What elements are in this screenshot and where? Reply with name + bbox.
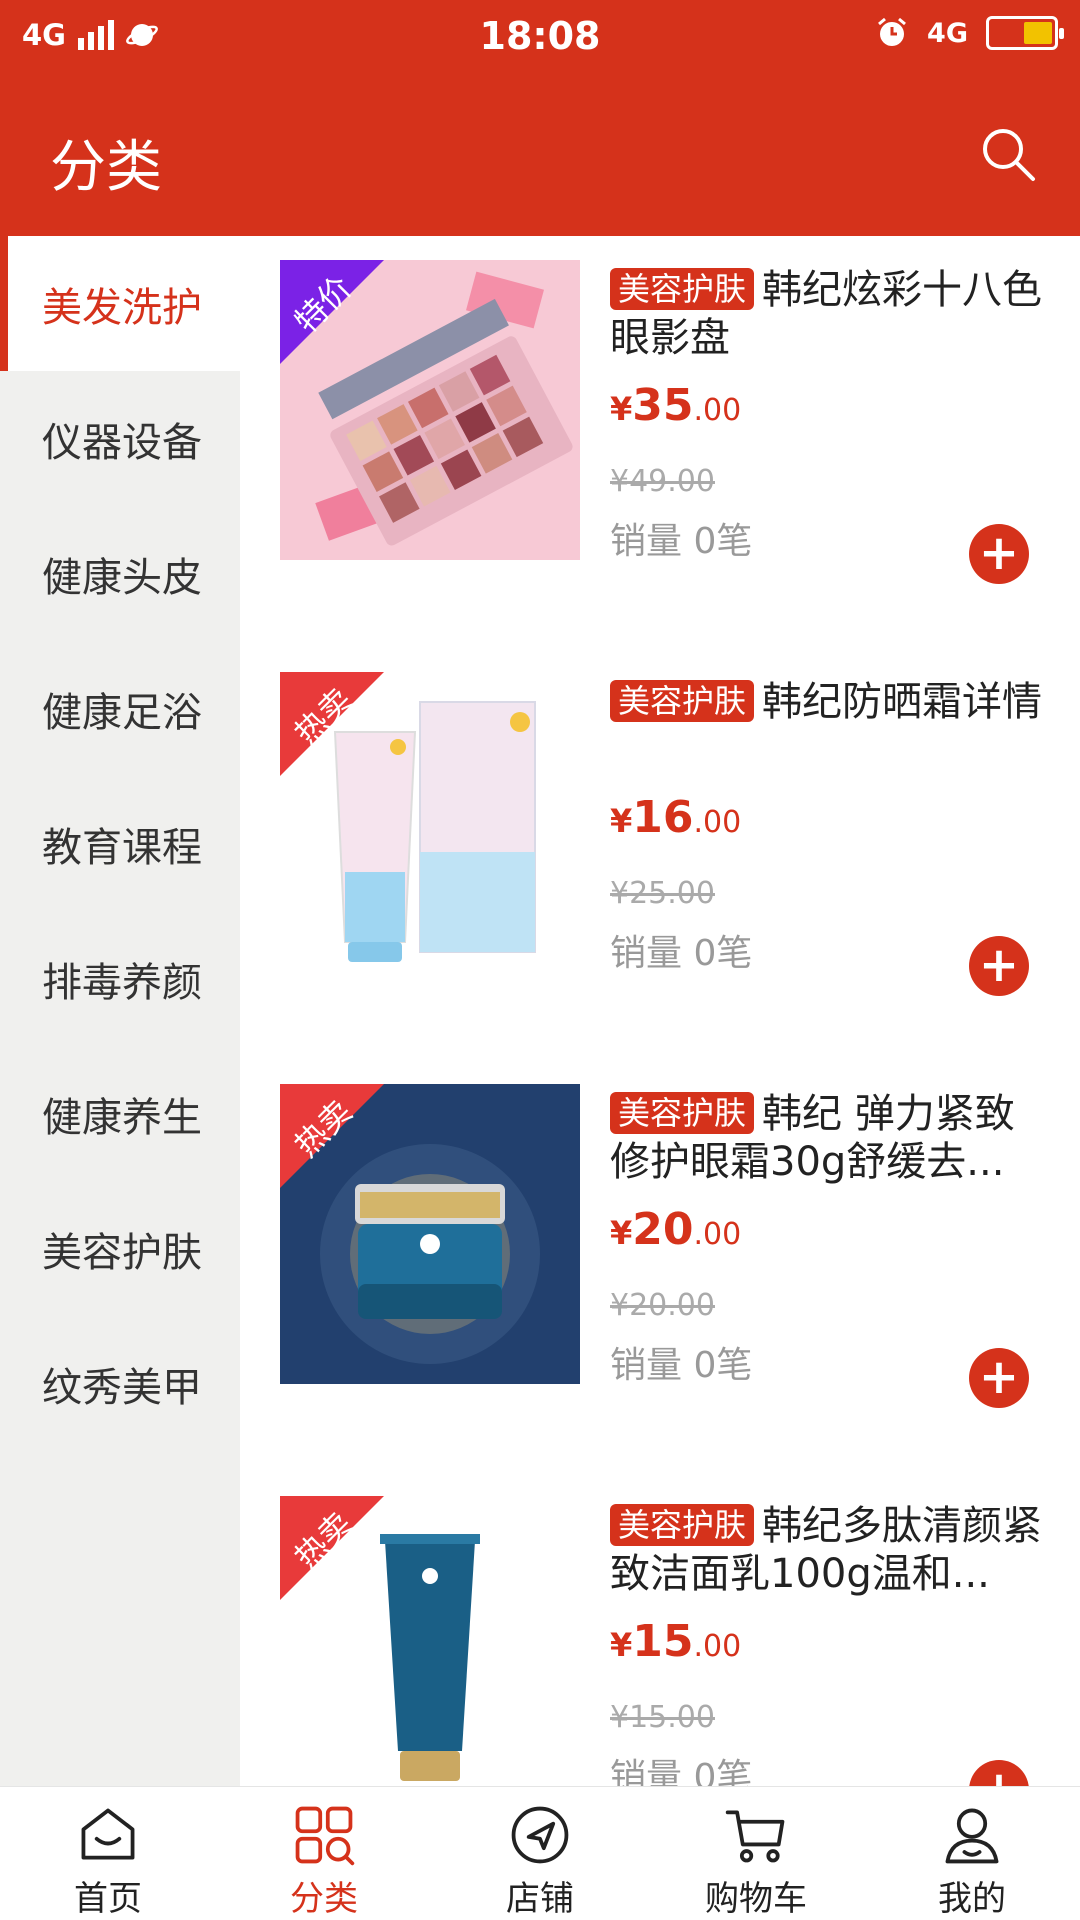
- network-label-right: 4G: [927, 17, 968, 49]
- sidebar-item-label: 仪器设备: [42, 419, 202, 466]
- category-sidebar: 美发洗护 仪器设备 健康头皮 健康足浴 教育课程 排毒养颜 健康养生 美容护肤 …: [0, 236, 240, 1786]
- product-title[interactable]: 美容护肤 韩纪防晒霜详情: [610, 678, 1050, 726]
- product-price: ¥16.00: [610, 792, 741, 843]
- sidebar-item-label: 健康足浴: [42, 689, 202, 736]
- sidebar-item-foot-bath[interactable]: 健康足浴: [0, 641, 240, 776]
- price-decimal: .00: [693, 1629, 742, 1664]
- nav-label: 店铺: [506, 1879, 574, 1919]
- sidebar-item-courses[interactable]: 教育课程: [0, 776, 240, 911]
- price-currency: ¥: [610, 802, 633, 840]
- price-integer: 15: [632, 1616, 694, 1667]
- home-icon: [81, 1808, 135, 1860]
- price-decimal: .00: [693, 393, 742, 428]
- product-price: ¥20.00: [610, 1204, 741, 1255]
- price-integer: 20: [632, 1204, 694, 1255]
- nav-label: 分类: [290, 1879, 358, 1919]
- category-tag: 美容护肤: [610, 680, 755, 722]
- sidebar-item-skincare[interactable]: 美容护肤: [0, 1181, 240, 1316]
- nav-profile[interactable]: 我的: [864, 1787, 1080, 1920]
- cart-icon: [725, 1810, 785, 1863]
- product-card[interactable]: 热卖 美容护肤 韩纪防晒霜详情 ¥16.00 ¥25.00 销量 0笔 +: [240, 648, 1080, 1060]
- price-integer: 16: [632, 792, 694, 843]
- plus-icon: +: [978, 1349, 1020, 1405]
- category-tag: 美容护肤: [610, 1092, 755, 1134]
- bottom-nav: 首页 分类 店铺 购物车 我的: [0, 1786, 1080, 1920]
- sidebar-item-label: 美容护肤: [42, 1229, 202, 1276]
- nav-label: 首页: [74, 1879, 142, 1919]
- status-bar: 4G 18:08 4G: [0, 0, 1080, 72]
- page-title: 分类: [50, 135, 162, 200]
- sales-count: 销量 0笔: [610, 1757, 753, 1786]
- product-image-eye-cream[interactable]: 热卖: [280, 1084, 580, 1384]
- nav-cart[interactable]: 购物车: [648, 1787, 864, 1920]
- product-image-cleanser[interactable]: 热卖: [280, 1496, 580, 1786]
- nav-label: 我的: [938, 1879, 1006, 1919]
- product-price: ¥35.00: [610, 380, 741, 431]
- nav-home[interactable]: 首页: [0, 1787, 216, 1920]
- sidebar-item-label: 纹秀美甲: [42, 1364, 202, 1411]
- product-image-eyeshadow[interactable]: 特价: [280, 260, 580, 560]
- add-to-cart-button[interactable]: +: [969, 1348, 1029, 1408]
- price-decimal: .00: [693, 805, 742, 840]
- product-image-sunscreen[interactable]: 热卖: [280, 672, 580, 972]
- nav-store[interactable]: 店铺: [432, 1787, 648, 1920]
- nav-label: 购物车: [705, 1879, 807, 1919]
- app-header: 4G 18:08 4G 分类: [0, 0, 1080, 236]
- category-grid-icon: [295, 1806, 355, 1866]
- price-integer: 35: [632, 380, 694, 431]
- original-price: ¥25.00: [610, 876, 715, 911]
- product-card[interactable]: 热卖 美容护肤 韩纪 弹力紧致修护眼霜30g舒缓去... ¥20.00 ¥20.0…: [240, 1060, 1080, 1472]
- sidebar-item-nails[interactable]: 纹秀美甲: [0, 1316, 240, 1451]
- price-currency: ¥: [610, 1626, 633, 1664]
- product-name: 韩纪防晒霜详情: [762, 679, 1043, 725]
- sidebar-item-label: 排毒养颜: [42, 959, 202, 1006]
- sidebar-item-equipment[interactable]: 仪器设备: [0, 371, 240, 506]
- sidebar-empty-area: [0, 1451, 240, 1786]
- status-right: 4G: [875, 16, 1064, 50]
- sidebar-item-wellness[interactable]: 健康养生: [0, 1046, 240, 1181]
- sidebar-item-label: 美发洗护: [42, 284, 202, 331]
- search-icon[interactable]: [978, 124, 1038, 184]
- plus-icon: +: [978, 937, 1020, 993]
- user-icon: [945, 1808, 999, 1864]
- product-card[interactable]: 特价 美容护肤 韩纪炫彩十八色眼影盘 ¥35.00 ¥49.00 销量 0笔 +: [240, 236, 1080, 648]
- product-list: 特价 美容护肤韩纪炫彩十八色眼影盘 ¥35.00 ¥49.00 销量 0笔 +: [240, 236, 1080, 1786]
- category-tag: 美容护肤: [610, 268, 755, 310]
- sidebar-item-label: 教育课程: [42, 824, 202, 871]
- original-price: ¥49.00: [610, 464, 715, 499]
- product-title[interactable]: 美容护肤 韩纪炫彩十八色眼影盘: [610, 266, 1050, 362]
- price-decimal: .00: [693, 1217, 742, 1252]
- alarm-icon: [878, 17, 907, 46]
- sales-count: 销量 0笔: [610, 521, 753, 562]
- battery-icon: [986, 16, 1064, 50]
- original-price: ¥20.00: [610, 1288, 715, 1323]
- store-compass-icon: [511, 1806, 569, 1864]
- sidebar-item-label: 健康养生: [42, 1094, 202, 1141]
- add-to-cart-button[interactable]: +: [969, 936, 1029, 996]
- price-currency: ¥: [610, 1214, 633, 1252]
- price-currency: ¥: [610, 390, 633, 428]
- product-title[interactable]: 美容护肤 韩纪 弹力紧致修护眼霜30g舒缓去...: [610, 1090, 1050, 1186]
- plus-icon: +: [978, 525, 1020, 581]
- sidebar-item-detox[interactable]: 排毒养颜: [0, 911, 240, 1046]
- nav-category[interactable]: 分类: [216, 1787, 432, 1920]
- product-card[interactable]: 热卖 美容护肤 韩纪多肽清颜紧致洁面乳100g温和... ¥15.00 ¥15.0…: [240, 1472, 1080, 1786]
- product-price: ¥15.00: [610, 1616, 741, 1667]
- product-title[interactable]: 美容护肤 韩纪多肽清颜紧致洁面乳100g温和...: [610, 1502, 1050, 1598]
- sidebar-item-scalp[interactable]: 健康头皮: [0, 506, 240, 641]
- sales-count: 销量 0笔: [610, 1345, 753, 1386]
- sidebar-item-label: 健康头皮: [42, 554, 202, 601]
- sidebar-item-hair-care[interactable]: 美发洗护: [0, 236, 240, 371]
- category-tag: 美容护肤: [610, 1504, 755, 1546]
- add-to-cart-button[interactable]: +: [969, 524, 1029, 584]
- original-price: ¥15.00: [610, 1700, 715, 1735]
- sales-count: 销量 0笔: [610, 933, 753, 974]
- add-to-cart-button[interactable]: +: [969, 1760, 1029, 1786]
- plus-icon: +: [979, 1761, 1019, 1786]
